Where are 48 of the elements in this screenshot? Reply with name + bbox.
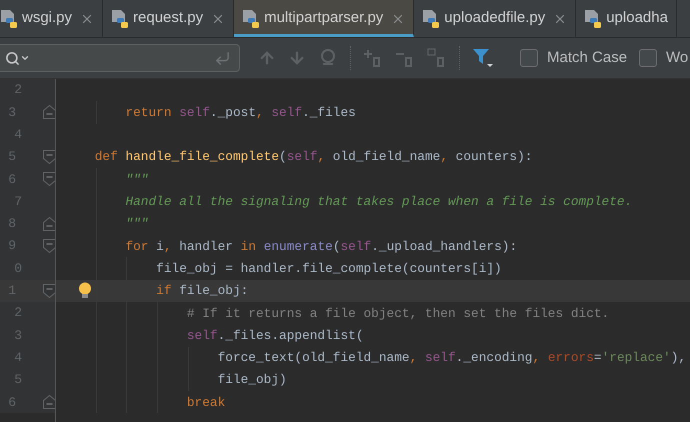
file-tab[interactable]: uploadha [576,0,677,37]
tab-label: request.py [133,8,204,28]
fold-marker-icon[interactable] [43,105,56,120]
fold-marker-icon[interactable] [43,216,56,231]
python-file-icon [111,8,130,28]
next-occurrence-icon[interactable] [288,49,306,67]
fold-marker-icon[interactable] [43,150,56,164]
select-occurrences-icon[interactable] [318,48,338,68]
code-line: """ [125,215,148,234]
checkbox-label: Match Case [547,48,628,68]
select-all-occurrences-icon[interactable] [427,48,447,68]
code-line: force_text(old_field_name, self._encoding, errors='replace'), [218,349,686,368]
tab-label: multipartparser.py [264,8,384,28]
filter-icon[interactable] [472,47,494,69]
search-icon[interactable] [5,50,30,66]
code-line: Handle all the signaling that takes place when a file is complete. [125,193,632,212]
code-line: def handle_file_complete(self, old_field_name, counters): [94,148,532,166]
add-selection-icon[interactable] [363,48,383,68]
code-line: # If it returns a file object, then set the files dict. [186,304,610,323]
python-file-icon [584,8,602,28]
code-line: if file_obj: [156,282,248,300]
code-line: file_obj = handler.file_complete(counters[i]) [156,260,502,278]
code-line: break [186,394,226,412]
tab-label: uploadha [606,8,668,28]
tab-label: wsgi.py [22,8,72,28]
fold-marker-icon[interactable] [43,239,56,254]
file-tab[interactable]: uploadedfile.py [414,0,576,37]
tab-label: uploadedfile.py [444,8,546,28]
file-tab[interactable]: multipartparser.py [234,0,414,37]
code-line: """ [125,170,148,189]
python-file-icon [242,8,260,28]
enter-icon[interactable] [214,50,231,66]
python-file-icon [422,8,440,28]
previous-occurrence-icon[interactable] [258,49,276,67]
lightbulb-icon[interactable] [78,282,92,299]
fold-marker-icon[interactable] [43,284,56,298]
python-file-icon [0,8,18,28]
search-field[interactable] [0,44,240,72]
file-tab[interactable]: wsgi.py [0,0,104,37]
fold-marker-icon[interactable] [43,395,56,410]
fold-marker-icon[interactable] [43,172,56,186]
code-line: return self._post, self._files [125,104,356,122]
code-line: file_obj) [218,371,287,390]
code-line: for i, handler in enumerate(self._upload_handlers): [125,238,518,256]
checkbox[interactable] [639,49,658,67]
checkbox[interactable] [520,49,538,67]
code-line: self._files.appendlist( [186,326,364,345]
checkbox-label: Wo [666,48,688,68]
